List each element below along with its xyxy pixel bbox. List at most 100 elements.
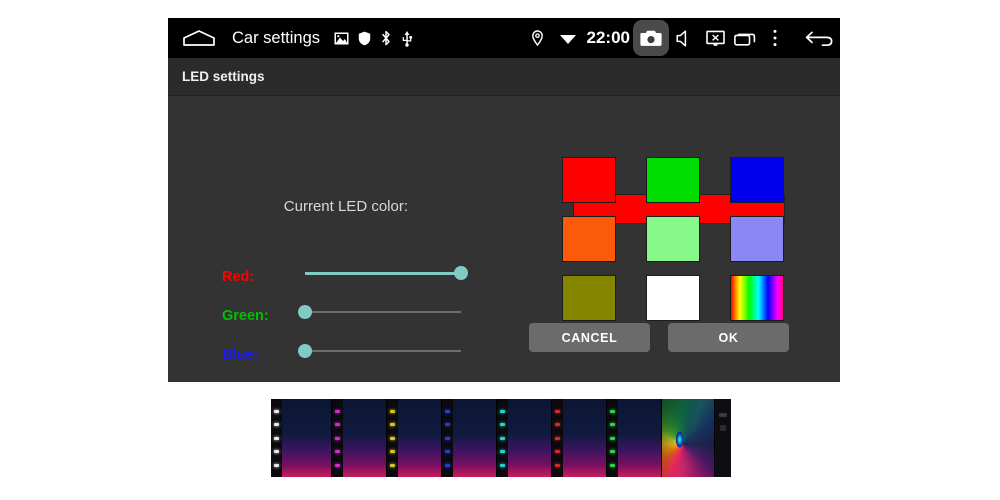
slider-track xyxy=(305,311,461,313)
filmstrip-led-button xyxy=(335,409,340,413)
swatch-olive[interactable] xyxy=(562,275,616,321)
overflow-menu-icon[interactable] xyxy=(760,18,790,58)
current-color-label: Current LED color: xyxy=(283,198,408,215)
filmstrip-led-button xyxy=(610,436,615,440)
filmstrip-led-button xyxy=(445,450,450,453)
filmstrip-led-button xyxy=(390,423,395,426)
filmstrip-panel-wallpaper xyxy=(282,399,331,477)
swatch-white[interactable] xyxy=(646,275,700,321)
filmstrip-led-button xyxy=(445,423,450,426)
swatch-red[interactable] xyxy=(562,157,616,203)
filmstrip-panel xyxy=(332,399,387,477)
head-unit-screen: Car settings 22:00 LED settings Current … xyxy=(168,18,840,382)
filmstrip-led-button xyxy=(390,409,395,413)
filmstrip-led-button xyxy=(500,450,505,453)
filmstrip-led-button xyxy=(610,450,615,453)
filmstrip-panel xyxy=(442,399,497,477)
screenshot-root: Car settings 22:00 LED settings Current … xyxy=(0,0,1000,500)
page-title: LED settings xyxy=(182,69,265,84)
side-trim-port xyxy=(720,425,726,431)
filmstrip-led-button xyxy=(274,450,279,453)
dialog-actions: CANCEL OK xyxy=(529,323,789,352)
filmstrip-led-button xyxy=(390,436,395,440)
shield-icon xyxy=(358,31,371,46)
location-icon xyxy=(523,18,553,58)
ok-button[interactable]: OK xyxy=(668,323,789,352)
home-icon[interactable] xyxy=(178,18,220,58)
filmstrip-led-button xyxy=(555,463,560,467)
filmstrip-button-column xyxy=(497,399,508,477)
slider-control[interactable] xyxy=(298,339,461,365)
slider-control[interactable] xyxy=(298,300,461,326)
filmstrip-button-column xyxy=(332,399,343,477)
filmstrip-panel-screen xyxy=(398,399,441,477)
status-bar: Car settings 22:00 xyxy=(168,18,840,58)
filmstrip-led-button xyxy=(500,423,505,426)
slider-fill xyxy=(305,271,461,275)
filmstrip-led-button xyxy=(610,423,615,426)
wifi-icon xyxy=(553,18,583,58)
swatch-rainbow[interactable] xyxy=(730,275,784,321)
filmstrip-panel xyxy=(387,399,442,477)
filmstrip-led-button xyxy=(335,463,340,467)
filmstrip-panel xyxy=(607,399,662,477)
filmstrip-led-button xyxy=(500,436,505,440)
filmstrip-panel xyxy=(497,399,552,477)
preset-color-grid[interactable] xyxy=(562,157,784,321)
system-icon-group xyxy=(334,30,413,47)
filmstrip-button-column xyxy=(607,399,618,477)
filmstrip-wallpaper xyxy=(662,399,714,477)
filmstrip-panel-screen xyxy=(282,399,331,477)
swatch-green[interactable] xyxy=(646,157,700,203)
filmstrip-panel-screen xyxy=(618,399,661,477)
filmstrip-led-button xyxy=(335,450,340,453)
slider-thumb[interactable] xyxy=(298,305,312,319)
swatch-orange[interactable] xyxy=(562,216,616,262)
filmstrip-led-button xyxy=(500,463,505,467)
cancel-button[interactable]: CANCEL xyxy=(529,323,650,352)
filmstrip-led-button xyxy=(274,409,279,413)
product-filmstrip xyxy=(271,399,731,477)
filmstrip-led-button xyxy=(555,409,560,413)
filmstrip-side-trim xyxy=(714,399,731,477)
filmstrip-led-button xyxy=(445,436,450,440)
camera-icon[interactable] xyxy=(632,18,670,58)
page-header: LED settings xyxy=(168,58,840,96)
status-right-cluster: 22:00 xyxy=(523,18,834,58)
filmstrip-button-column xyxy=(552,399,563,477)
filmstrip-main-panel xyxy=(662,399,714,477)
filmstrip-button-column xyxy=(442,399,453,477)
gallery-icon xyxy=(334,32,349,45)
filmstrip-panel-wallpaper xyxy=(453,399,496,477)
filmstrip-button-column xyxy=(387,399,398,477)
side-trim-knob xyxy=(719,413,727,417)
swatch-blue[interactable] xyxy=(730,157,784,203)
slider-row-red: Red: xyxy=(222,261,522,300)
slider-control[interactable] xyxy=(305,261,468,287)
slider-label: Green: xyxy=(222,308,269,324)
filmstrip-led-button xyxy=(610,409,615,413)
filmstrip-panel-wallpaper xyxy=(618,399,661,477)
app-title: Car settings xyxy=(232,28,321,47)
filmstrip-led-button xyxy=(390,463,395,467)
swatch-lightgreen[interactable] xyxy=(646,216,700,262)
slider-row-blue: Blue: xyxy=(222,339,522,378)
filmstrip-led-button xyxy=(274,463,279,467)
filmstrip-panel-wallpaper xyxy=(398,399,441,477)
swatch-periwinkle[interactable] xyxy=(730,216,784,262)
filmstrip-led-button xyxy=(555,450,560,453)
volume-icon[interactable] xyxy=(670,18,700,58)
filmstrip-panel xyxy=(271,399,332,477)
usb-icon xyxy=(401,30,413,47)
back-icon[interactable] xyxy=(804,18,834,58)
filmstrip-led-button xyxy=(274,423,279,426)
filmstrip-panel-wallpaper xyxy=(343,399,386,477)
slider-thumb[interactable] xyxy=(298,344,312,358)
filmstrip-button-column xyxy=(271,399,282,477)
filmstrip-led-button xyxy=(335,436,340,440)
filmstrip-led-button xyxy=(335,423,340,426)
recent-apps-icon[interactable] xyxy=(730,18,760,58)
screenshot-icon[interactable] xyxy=(700,18,730,58)
filmstrip-led-button xyxy=(555,436,560,440)
slider-thumb[interactable] xyxy=(454,266,468,280)
